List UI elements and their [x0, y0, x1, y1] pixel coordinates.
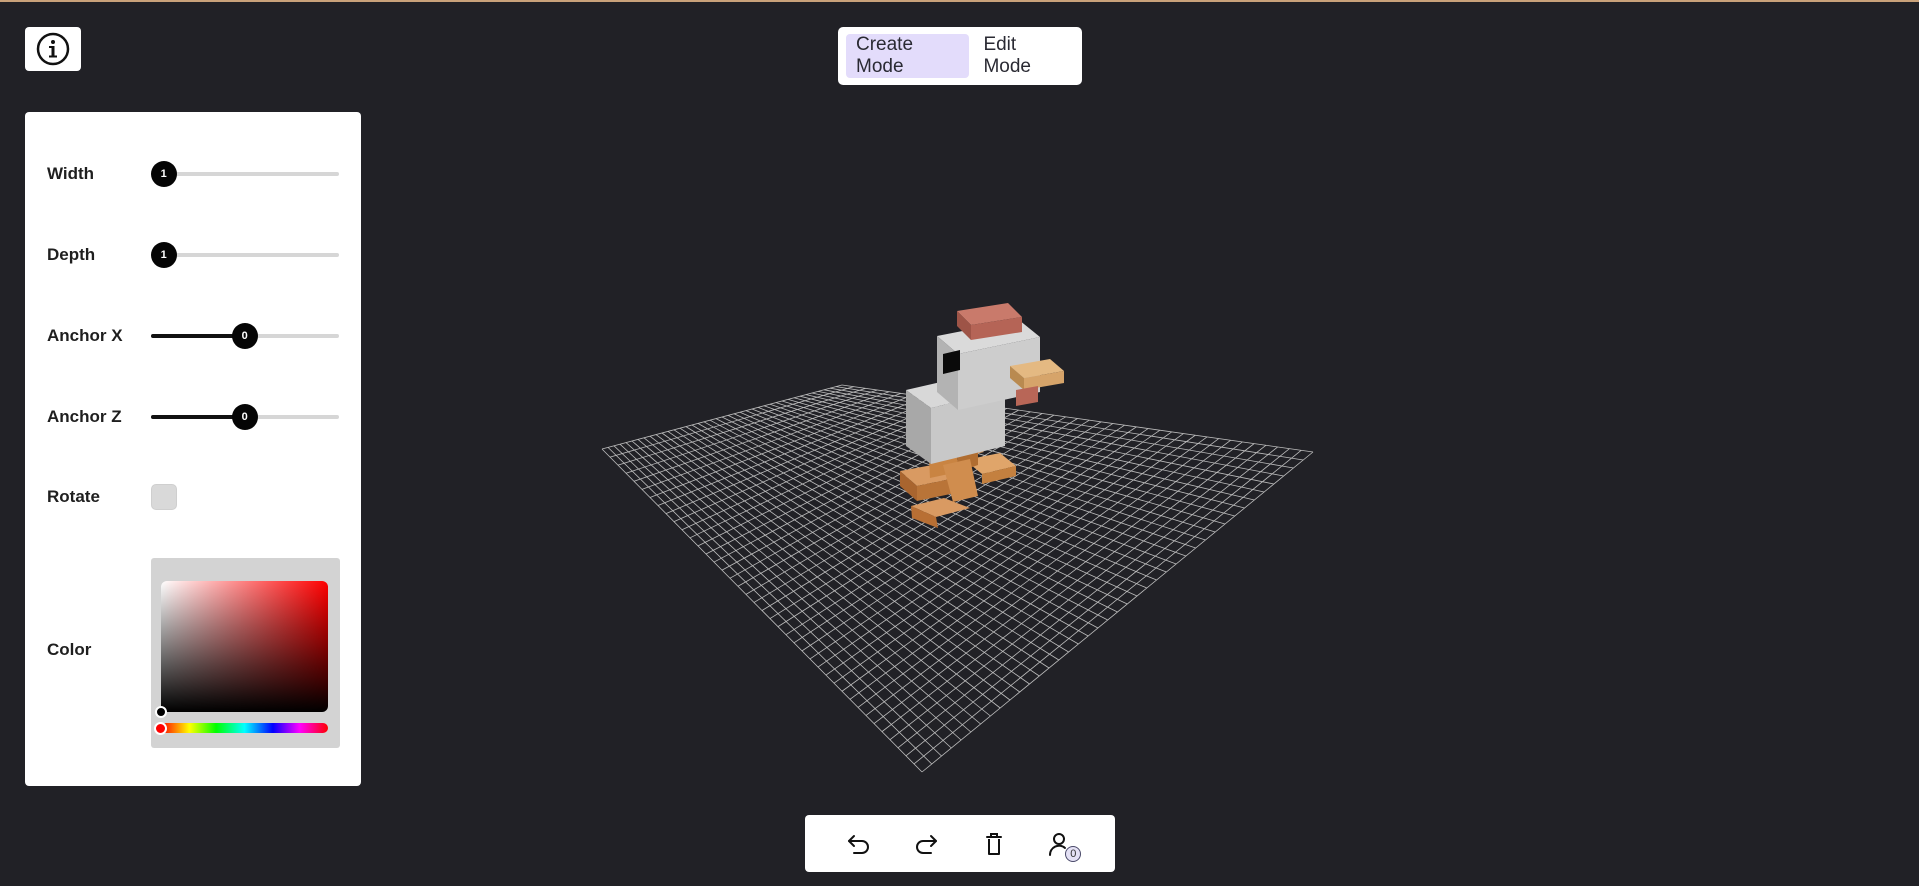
- color-picker: [151, 558, 340, 748]
- width-slider[interactable]: 1: [150, 160, 339, 188]
- undo-icon: [847, 834, 869, 854]
- anchor-x-slider[interactable]: 0: [150, 322, 339, 350]
- brick-controls-panel: Width 1 Depth 1 Anchor X 0 Anchor Z 0 Ro…: [25, 112, 361, 786]
- width-slider-thumb[interactable]: 1: [150, 161, 177, 187]
- scene-canvas[interactable]: [560, 260, 1340, 780]
- rotate-control: Rotate: [47, 484, 339, 510]
- hue-handle[interactable]: [154, 722, 167, 735]
- edit-mode-button[interactable]: Edit Mode: [973, 34, 1074, 78]
- redo-button[interactable]: [906, 824, 946, 864]
- depth-label: Depth: [47, 245, 96, 264]
- anchor-z-slider-fill: [150, 415, 245, 419]
- color-label: Color: [47, 640, 92, 659]
- rotate-checkbox[interactable]: [151, 484, 177, 510]
- info-button[interactable]: [25, 27, 81, 71]
- anchor-x-slider-fill: [150, 334, 245, 338]
- trash-icon: [985, 832, 1002, 855]
- width-control: Width 1: [47, 160, 339, 188]
- depth-slider[interactable]: 1: [150, 241, 339, 269]
- grid-line: [829, 387, 1294, 469]
- hue-slider[interactable]: [161, 723, 328, 733]
- users-button[interactable]: 0: [1041, 824, 1082, 864]
- delete-button[interactable]: [974, 824, 1014, 864]
- users-count-badge: 0: [1065, 845, 1082, 862]
- anchor-z-control: Anchor Z 0: [47, 403, 339, 431]
- create-mode-button[interactable]: Create Mode: [846, 34, 970, 78]
- grid-line: [921, 451, 1314, 773]
- undo-button[interactable]: [839, 824, 879, 864]
- anchor-z-slider-thumb[interactable]: 0: [231, 404, 258, 430]
- depth-control: Depth 1: [47, 241, 339, 269]
- rotate-label: Rotate: [47, 487, 100, 506]
- top-accent-line: [0, 0, 1919, 2]
- width-label: Width: [47, 164, 95, 183]
- bottom-toolbar: 0: [805, 815, 1115, 872]
- anchor-x-label: Anchor X: [47, 326, 123, 345]
- 3d-viewport[interactable]: [560, 260, 1340, 780]
- anchor-z-slider[interactable]: 0: [150, 403, 339, 431]
- anchor-z-label: Anchor Z: [47, 407, 122, 426]
- anchor-x-slider-thumb[interactable]: 0: [231, 323, 258, 349]
- anchor-x-control: Anchor X 0: [47, 322, 339, 350]
- info-icon: [36, 32, 70, 66]
- width-slider-track: [150, 172, 339, 176]
- redo-icon: [916, 834, 938, 854]
- mode-switch: Create Mode Edit Mode: [838, 27, 1082, 85]
- grid-line: [811, 392, 1265, 493]
- saturation-handle[interactable]: [155, 706, 167, 718]
- depth-slider-track: [150, 253, 339, 257]
- saturation-area[interactable]: [161, 581, 328, 712]
- depth-slider-thumb[interactable]: 1: [150, 242, 177, 268]
